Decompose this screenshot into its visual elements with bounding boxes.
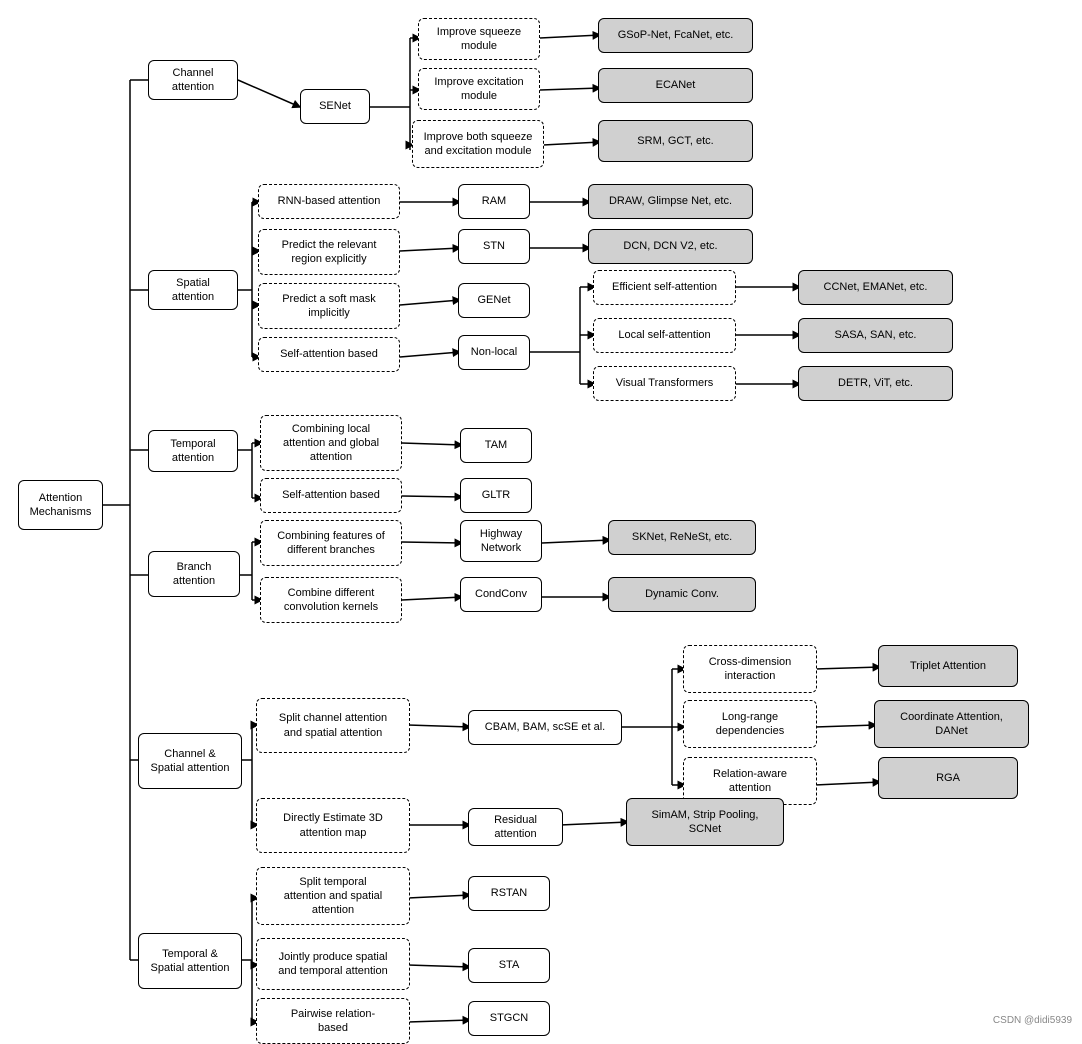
stn-box: STN [458, 229, 530, 264]
jointly-box: Jointly produce spatialand temporal atte… [256, 938, 410, 990]
root-box: Attention Mechanisms [18, 480, 103, 530]
comb-conv-box: Combine differentconvolution kernels [260, 577, 402, 623]
sta-box: STA [468, 948, 550, 983]
ccnet-box: CCNet, EMANet, etc. [798, 270, 953, 305]
long-range-box: Long-rangedependencies [683, 700, 817, 748]
ecanet-box: ECANet [598, 68, 753, 103]
tam-box: TAM [460, 428, 532, 463]
nonlocal-box: Non-local [458, 335, 530, 370]
genet-box: GENet [458, 283, 530, 318]
dynamic-conv-box: Dynamic Conv. [608, 577, 756, 612]
local-self-att-box: Local self-attention [593, 318, 736, 353]
srm-gct-box: SRM, GCT, etc. [598, 120, 753, 162]
channel-attention-box: Channelattention [148, 60, 238, 100]
self-att-based2-box: Self-attention based [260, 478, 402, 513]
predict-relevant-box: Predict the relevantregion explicitly [258, 229, 400, 275]
ch-sp-attention-box: Channel &Spatial attention [138, 733, 242, 789]
cbam-box: CBAM, BAM, scSE et al. [468, 710, 622, 745]
ram-box: RAM [458, 184, 530, 219]
rnn-based-box: RNN-based attention [258, 184, 400, 219]
gsop-box: GSoP-Net, FcaNet, etc. [598, 18, 753, 53]
draw-box: DRAW, Glimpse Net, etc. [588, 184, 753, 219]
predict-soft-box: Predict a soft maskimplicitly [258, 283, 400, 329]
eff-self-att-box: Efficient self-attention [593, 270, 736, 305]
visual-trans-box: Visual Transformers [593, 366, 736, 401]
simam-box: SimAM, Strip Pooling,SCNet [626, 798, 784, 846]
improve-squeeze-box: Improve squeezemodule [418, 18, 540, 60]
sasa-box: SASA, SAN, etc. [798, 318, 953, 353]
rga-box: RGA [878, 757, 1018, 799]
temp-sp-attention-box: Temporal &Spatial attention [138, 933, 242, 989]
self-att-based-box: Self-attention based [258, 337, 400, 372]
gltr-box: GLTR [460, 478, 532, 513]
temporal-attention-box: Temporalattention [148, 430, 238, 472]
diagram: Attention Mechanisms Channelattention SE… [0, 0, 1082, 1036]
pairwise-box: Pairwise relation-based [256, 998, 410, 1044]
cross-dim-box: Cross-dimensioninteraction [683, 645, 817, 693]
stgcn-box: STGCN [468, 1001, 550, 1036]
highway-box: HighwayNetwork [460, 520, 542, 562]
rstan-box: RSTAN [468, 876, 550, 911]
spatial-attention-box: Spatial attention [148, 270, 238, 310]
comb-local-global-box: Combining localattention and globalatten… [260, 415, 402, 471]
detr-box: DETR, ViT, etc. [798, 366, 953, 401]
watermark: CSDN @didi5939 [993, 1015, 1072, 1026]
direct-3d-box: Directly Estimate 3Dattention map [256, 798, 410, 853]
improve-both-box: Improve both squeezeand excitation modul… [412, 120, 544, 168]
split-temp-sp-box: Split temporalattention and spatialatten… [256, 867, 410, 925]
senet-box: SENet [300, 89, 370, 124]
improve-excitation-box: Improve excitationmodule [418, 68, 540, 110]
condconv-box: CondConv [460, 577, 542, 612]
branch-attention-box: Branch attention [148, 551, 240, 597]
triplet-box: Triplet Attention [878, 645, 1018, 687]
coord-att-box: Coordinate Attention,DANet [874, 700, 1029, 748]
comb-features-box: Combining features ofdifferent branches [260, 520, 402, 566]
residual-att-box: Residualattention [468, 808, 563, 846]
dcn-box: DCN, DCN V2, etc. [588, 229, 753, 264]
split-ch-sp-box: Split channel attentionand spatial atten… [256, 698, 410, 753]
sknet-box: SKNet, ReNeSt, etc. [608, 520, 756, 555]
